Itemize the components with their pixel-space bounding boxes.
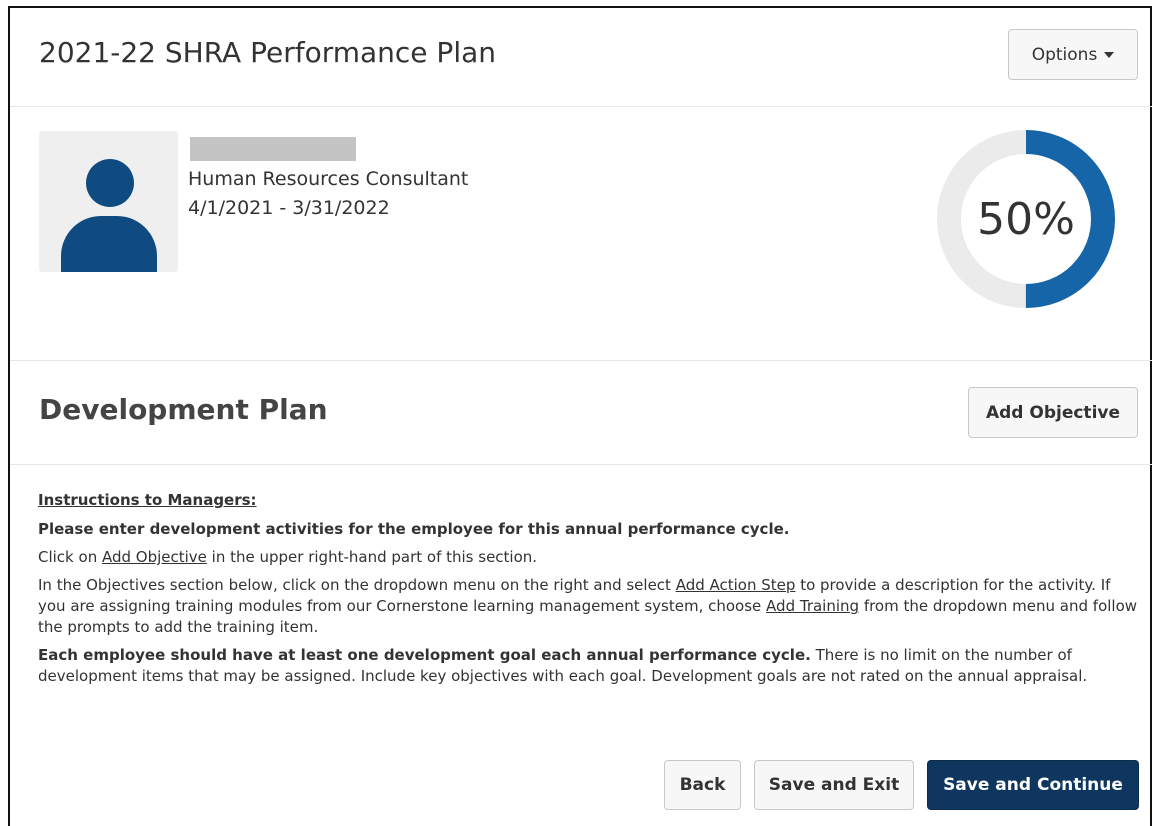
save-and-exit-button[interactable]: Save and Exit (754, 760, 914, 810)
development-plan-header: Development Plan Add Objective (10, 361, 1152, 465)
page-title: 2021-22 SHRA Performance Plan (39, 36, 496, 69)
employee-profile: Human Resources Consultant 4/1/2021 - 3/… (10, 107, 1152, 361)
save-and-continue-button[interactable]: Save and Continue (927, 760, 1139, 810)
text: Click on (38, 548, 102, 566)
add-objective-button[interactable]: Add Objective (968, 387, 1138, 438)
add-action-step-reference: Add Action Step (675, 576, 796, 594)
instructions-step-1: Click on Add Objective in the upper righ… (38, 547, 1138, 568)
review-period: 4/1/2021 - 3/31/2022 (188, 197, 390, 219)
note-emphasis: Each employee should have at least one d… (38, 646, 811, 664)
avatar (39, 131, 178, 272)
instructions-note: Each employee should have at least one d… (38, 645, 1138, 687)
add-objective-reference: Add Objective (101, 548, 207, 566)
employee-name-redacted (190, 137, 356, 161)
employee-job-title: Human Resources Consultant (188, 168, 469, 190)
back-button[interactable]: Back (664, 760, 741, 810)
text: in the upper right-hand part of this sec… (206, 548, 538, 566)
caret-down-icon (1104, 51, 1115, 58)
user-silhouette-icon (86, 159, 134, 207)
instructions: Instructions to Managers: Please enter d… (38, 490, 1138, 694)
plan-header: 2021-22 SHRA Performance Plan Options (10, 8, 1152, 107)
user-silhouette-body (61, 216, 157, 272)
options-button[interactable]: Options (1008, 29, 1138, 80)
section-title: Development Plan (39, 393, 328, 426)
instructions-intro: Please enter development activities for … (38, 520, 790, 538)
text: In the Objectives section below, click o… (38, 576, 676, 594)
instructions-step-2: In the Objectives section below, click o… (38, 575, 1138, 638)
instructions-heading: Instructions to Managers: (38, 491, 257, 509)
options-button-label: Options (1031, 44, 1098, 65)
add-training-reference: Add Training (766, 597, 860, 615)
progress-percent: 50% (977, 193, 1075, 245)
